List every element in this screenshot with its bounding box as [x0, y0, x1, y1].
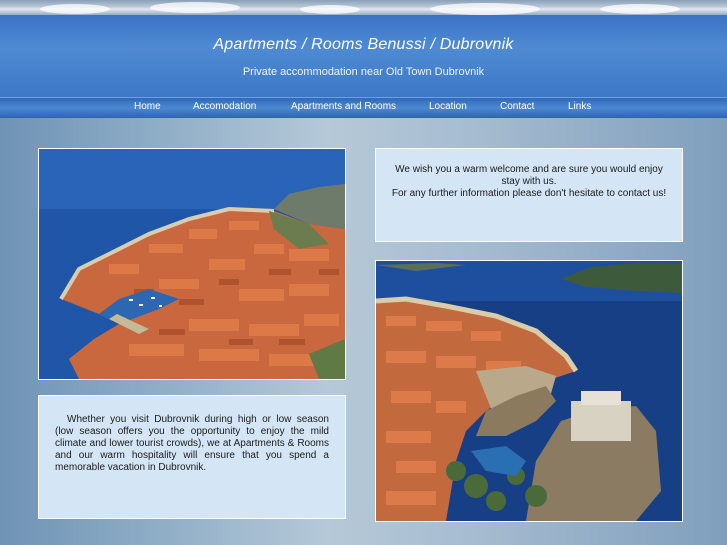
welcome-line-2: For any further information please don't… — [391, 188, 667, 199]
welcome-line-1: We wish you a warm welcome and are sure … — [395, 164, 663, 187]
season-text: Whether you visit Dubrovnik during high … — [55, 414, 329, 473]
site-header: Apartments / Rooms Benussi / Dubrovnik P… — [0, 15, 727, 97]
nav-location[interactable]: Location — [429, 101, 467, 112]
nav-accomodation[interactable]: Accomodation — [193, 101, 256, 112]
nav-home[interactable]: Home — [134, 101, 161, 112]
main-navigation: Home Accomodation Apartments and Rooms L… — [0, 97, 727, 118]
nav-apartments-and-rooms[interactable]: Apartments and Rooms — [291, 101, 396, 112]
welcome-panel: We wish you a warm welcome and are sure … — [375, 148, 683, 242]
season-panel: Whether you visit Dubrovnik during high … — [38, 395, 346, 519]
site-title: Apartments / Rooms Benussi / Dubrovnik — [213, 36, 514, 53]
sky-banner — [0, 0, 727, 15]
dubrovnik-old-town-photo — [38, 148, 346, 380]
nav-contact[interactable]: Contact — [500, 101, 534, 112]
dubrovnik-fortress-photo — [375, 260, 683, 522]
nav-links[interactable]: Links — [568, 101, 591, 112]
site-subtitle: Private accommodation near Old Town Dubr… — [242, 66, 485, 78]
